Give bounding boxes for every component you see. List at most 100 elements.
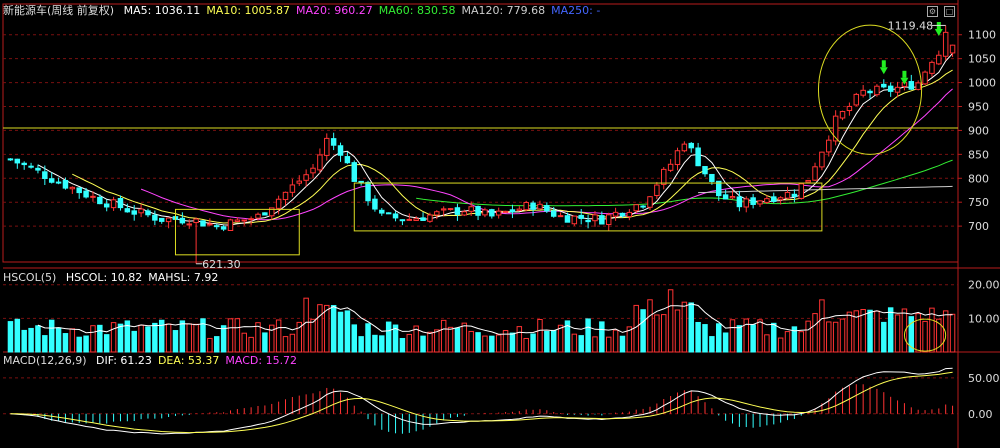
candle-body [179,217,186,224]
candle-body [440,208,447,211]
volume-bar [248,336,254,353]
volume-bar [207,337,213,353]
candle-body [750,197,756,205]
volume-bar [220,325,227,353]
volume-bar [275,319,282,353]
volume-bar [83,335,89,353]
volume-bar [509,332,516,353]
candle-body [482,209,488,216]
volume-bar [90,325,96,353]
volume-bar [406,333,413,353]
candle-body [826,139,832,153]
volume-bar [571,333,578,353]
candle-body [330,138,337,146]
price-tick-label: 800 [968,172,989,185]
volume-bar [846,311,853,353]
volume-bar [35,325,41,353]
candle-body [667,163,674,171]
candle-body [14,158,21,164]
volume-bar [62,333,69,353]
price-tick-label: 1000 [968,77,996,90]
candle-body [385,212,392,215]
volume-bar [887,307,894,353]
macd-tick-label: 50.00 [968,372,1000,385]
macd-legend-1: DEA: 53.37 [157,354,220,367]
volume-bar [21,329,27,353]
volume-bar [172,330,179,353]
candle-body [922,71,928,85]
volume-bar [812,313,818,353]
window-icon[interactable]: □ [944,6,955,17]
volume-bar [241,332,247,353]
volume-bar [722,332,729,353]
macd-legend-0: DIF: 61.23 [96,354,152,367]
candle-body [303,174,309,181]
ma-legend-1: MA10: 1005.87 [206,4,291,17]
macd-indicator-name: MACD(12,26,9) [3,354,87,367]
high-price-label: 1119.48 [888,19,934,32]
volume-bar [523,337,529,353]
candle-body [296,180,302,184]
signal-arrow [879,67,888,75]
price-tick-label: 850 [968,148,989,161]
candle-body [674,150,681,166]
ma-legend-4: MA120: 779.68 [461,4,546,17]
volume-bar [901,308,908,353]
candle-body [654,184,660,196]
volume-bar [578,335,584,353]
volume-bar [654,314,660,353]
low-price-label: 621.30 [202,258,241,271]
candle-body [7,158,14,161]
candle-body [502,210,509,213]
candle-body [881,83,887,88]
volume-bar [234,318,241,353]
volume-bar [530,333,536,353]
candle-body [117,198,124,209]
volume-bar [482,335,488,353]
volume-bar [303,297,309,353]
volume-bar [179,320,186,353]
dea-line [10,371,953,434]
chart-stage: 700 750 800 850 900 950 1000 1050 1100 10.00 20.00… [0,0,1000,448]
candle-body [324,137,330,156]
volume-bar [454,327,461,353]
candle-body [887,85,894,92]
volume-bar [97,324,103,353]
price-tick-label: 1050 [968,53,996,66]
candle-body [571,215,578,225]
candle-body [722,194,729,200]
candle-body [764,198,770,203]
volume-bar [186,323,192,353]
candle-body [550,210,557,217]
volume-tick-label: 20.00 [968,279,1000,292]
candle-body [688,142,694,149]
volume-bar [447,326,454,353]
volume-bar [103,334,110,353]
candle-body [379,209,385,214]
price-tick-label: 950 [968,101,989,114]
volume-bar [214,336,220,353]
candle-body [661,168,667,185]
candle-body [138,208,144,214]
volume-indicator-name: HSCOL(5) [3,271,57,284]
candle-body [248,218,254,221]
volume-bar [131,330,137,353]
candle-body [867,90,873,94]
candle-body [83,190,89,198]
candle-body [640,205,646,208]
candle-body [434,211,440,216]
candle-body [186,223,192,226]
volume-bar [372,334,378,353]
candle-body [200,220,206,227]
volume-bar [28,327,34,353]
volume-bar [867,309,873,353]
volume-bar [874,310,880,353]
candle-body [220,226,227,230]
settings-icon[interactable]: ⚙ [927,6,938,17]
candle-body [158,217,165,222]
volume-bar [344,310,351,353]
volume-bar [351,324,358,353]
volume-bar [716,323,722,353]
volume-bar [537,318,543,353]
candle-body [310,167,316,174]
